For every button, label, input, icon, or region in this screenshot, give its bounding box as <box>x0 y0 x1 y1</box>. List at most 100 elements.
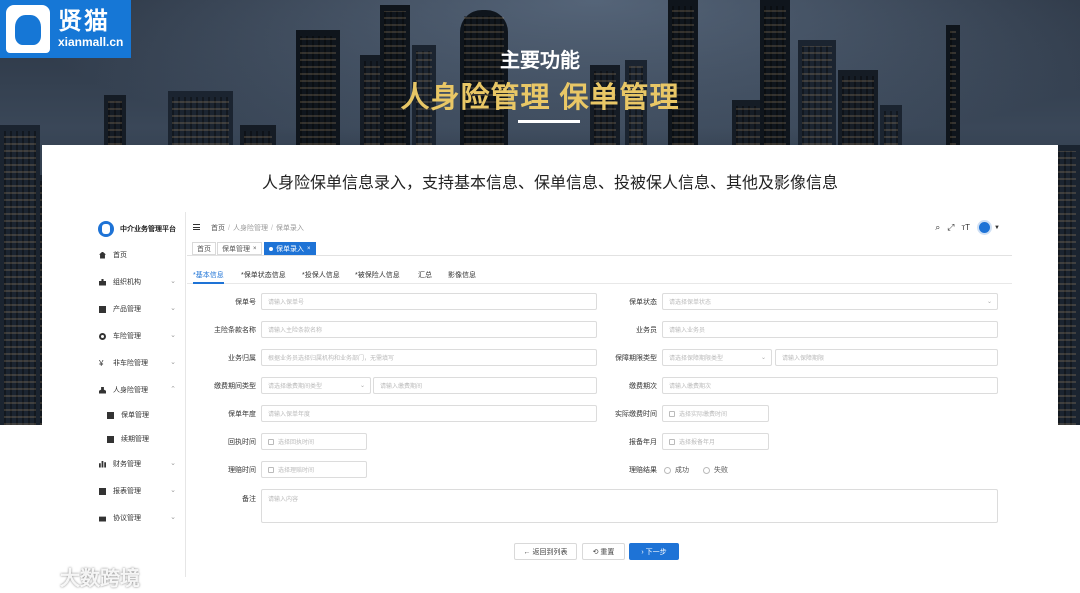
headline-subtitle: 主要功能 <box>500 50 580 72</box>
logo-chinese-text: 贤猫 <box>58 8 110 35</box>
agreement-icon <box>99 516 106 522</box>
headline-divider <box>518 120 580 123</box>
app-brand: 中介业务管理平台 <box>98 221 176 237</box>
main-clause-input[interactable]: 请输入主险条款名称 <box>261 321 597 338</box>
document-icon <box>107 411 114 419</box>
watermark-logo-icon <box>10 565 54 588</box>
sidebar-item-agreements[interactable]: 协议管理 ⌄ <box>92 510 186 526</box>
policy-year-label: 保单年度 <box>228 411 256 418</box>
sidebar-item-life-insurance[interactable]: 人身险管理 ⌃ <box>92 382 186 398</box>
payment-count-input[interactable]: 请输入缴费期次 <box>662 377 998 394</box>
sidebar-item-label: 续期管理 <box>121 436 149 443</box>
font-size-icon[interactable]: тT <box>961 223 970 232</box>
search-icon[interactable]: ⌕ <box>935 222 940 233</box>
yen-icon: ¥ <box>99 358 104 368</box>
sidebar-item-org[interactable]: 组织机构 ⌄ <box>92 274 186 290</box>
caret-down-icon[interactable]: ▼ <box>994 225 1000 231</box>
breadcrumb-item[interactable]: 人身险管理 <box>233 225 268 232</box>
claim-result-success-radio[interactable]: 成功 <box>664 465 689 475</box>
close-icon[interactable]: × <box>253 246 257 252</box>
breadcrumb: 首页 / 人身险管理 / 保单录入 <box>211 225 304 232</box>
breadcrumb-item: 保单录入 <box>275 225 304 232</box>
report-month-datepicker[interactable]: 选择报备年月 <box>662 433 769 450</box>
tab-label: 保单管理 <box>222 245 250 253</box>
menu-fold-icon[interactable] <box>193 224 200 230</box>
actual-pay-time-label: 实际缴费时间 <box>615 411 657 418</box>
date-placeholder: 选择实际缴费时间 <box>679 412 728 418</box>
fullscreen-icon[interactable]: ⤢ <box>947 222 954 233</box>
home-icon <box>99 251 106 259</box>
app-window: 中介业务管理平台 首页 组织机构 ⌄ 产品管理 ⌄ 车险管理 ⌄ ¥ 非车险管理… <box>92 212 1012 580</box>
radio-circle <box>664 466 671 474</box>
page-tabs: 首页 保单管理 × 保单录入 × <box>187 242 1012 256</box>
policy-year-input[interactable]: 请输入保单年度 <box>261 405 597 422</box>
report-icon <box>99 487 106 495</box>
policy-no-label: 保单号 <box>235 299 256 306</box>
tab-image-info[interactable]: 影像信息 <box>448 270 476 284</box>
sidebar-item-policy-management[interactable]: 保单管理 <box>92 407 186 423</box>
breadcrumb-item[interactable]: 首页 <box>211 225 225 232</box>
claim-time-datepicker[interactable]: 选择理赔时间 <box>261 461 367 478</box>
business-owner-input[interactable]: 根据业务员选择归属机构和业务部门，无需填写 <box>261 349 597 366</box>
policy-status-select[interactable]: 请选择保单状态 ⌄ <box>662 293 998 310</box>
payment-period-input[interactable]: 请输入缴费期间 <box>373 377 597 394</box>
main-clause-label: 主险条款名称 <box>214 327 256 334</box>
reset-button[interactable]: ⟲ 重置 <box>582 543 625 560</box>
receipt-time-datepicker[interactable]: 选择回执时间 <box>261 433 367 450</box>
date-placeholder: 选择理赔时间 <box>278 468 315 474</box>
back-to-list-button[interactable]: ← 返回到列表 <box>514 543 577 560</box>
coverage-period-input[interactable]: 请输入保障期限 <box>775 349 998 366</box>
sidebar-item-reports[interactable]: 报表管理 ⌄ <box>92 483 186 499</box>
coverage-type-label: 保障期限类型 <box>615 355 657 362</box>
policy-no-input[interactable]: 请输入保单号 <box>261 293 597 310</box>
active-dot-icon <box>269 246 273 251</box>
tab-insured-info[interactable]: *被保险人信息 <box>355 270 400 284</box>
sidebar-item-non-car-insurance[interactable]: ¥ 非车险管理 ⌄ <box>92 355 186 371</box>
sidebar-item-home[interactable]: 首页 <box>92 247 186 263</box>
headline-title: 人身险管理 保单管理 <box>400 82 680 114</box>
car-insurance-icon <box>99 332 106 340</box>
sidebar-item-label: 财务管理 <box>113 461 141 468</box>
sidebar-item-car-insurance[interactable]: 车险管理 ⌄ <box>92 328 186 344</box>
bar-chart-icon <box>99 460 106 468</box>
chevron-down-icon: ⌄ <box>170 487 176 494</box>
sidebar-item-label: 保单管理 <box>121 412 149 419</box>
tab-policy-status-info[interactable]: *保单状态信息 <box>241 270 286 284</box>
claim-result-label: 理赔结果 <box>629 467 657 474</box>
claim-result-failure-radio[interactable]: 失败 <box>703 465 728 475</box>
sidebar-item-finance[interactable]: 财务管理 ⌄ <box>92 456 186 472</box>
payment-type-select[interactable]: 请选择缴费期间类型 ⌄ <box>261 377 371 394</box>
business-owner-label: 业务归属 <box>228 355 256 362</box>
calendar-icon <box>268 438 274 445</box>
claim-time-label: 理赔时间 <box>228 467 256 474</box>
tab-label: 保单录入 <box>276 245 304 253</box>
chevron-down-icon: ⌄ <box>170 278 176 285</box>
sidebar-item-label: 报表管理 <box>113 488 141 495</box>
policy-status-label: 保单状态 <box>629 299 657 306</box>
select-placeholder: 请选择保障期限类型 <box>669 356 724 362</box>
tab-policy-management[interactable]: 保单管理 × <box>217 242 262 255</box>
report-month-label: 报备年月 <box>629 439 657 446</box>
tab-summary[interactable]: 汇总 <box>418 270 432 284</box>
close-icon[interactable]: × <box>307 246 311 252</box>
coverage-type-select[interactable]: 请选择保障期限类型 ⌄ <box>662 349 772 366</box>
calendar-icon <box>268 466 274 473</box>
actual-pay-time-datepicker[interactable]: 选择实际缴费时间 <box>662 405 769 422</box>
tab-applicant-info[interactable]: *投保人信息 <box>302 270 340 284</box>
select-placeholder: 请选择保单状态 <box>669 300 712 306</box>
sidebar-item-renewal-management[interactable]: 续期管理 <box>92 431 186 447</box>
avatar[interactable] <box>977 220 993 235</box>
salesman-input[interactable]: 请输入业务员 <box>662 321 998 338</box>
tab-home[interactable]: 首页 <box>192 242 216 255</box>
remark-textarea[interactable]: 请输入内容 <box>261 489 998 523</box>
date-placeholder: 选择回执时间 <box>278 440 315 446</box>
sidebar-item-product[interactable]: 产品管理 ⌄ <box>92 301 186 317</box>
sidebar-item-label: 协议管理 <box>113 515 141 522</box>
remark-label: 备注 <box>242 496 256 503</box>
tab-policy-entry[interactable]: 保单录入 × <box>264 242 316 255</box>
tab-basic-info[interactable]: *基本信息 <box>193 270 224 284</box>
form-section-tabs: *基本信息 *保单状态信息 *投保人信息 *被保险人信息 汇总 影像信息 <box>187 268 1012 284</box>
next-step-button[interactable]: › 下一步 <box>629 543 679 560</box>
brand-logo-icon <box>98 221 114 237</box>
document-icon <box>107 435 114 443</box>
